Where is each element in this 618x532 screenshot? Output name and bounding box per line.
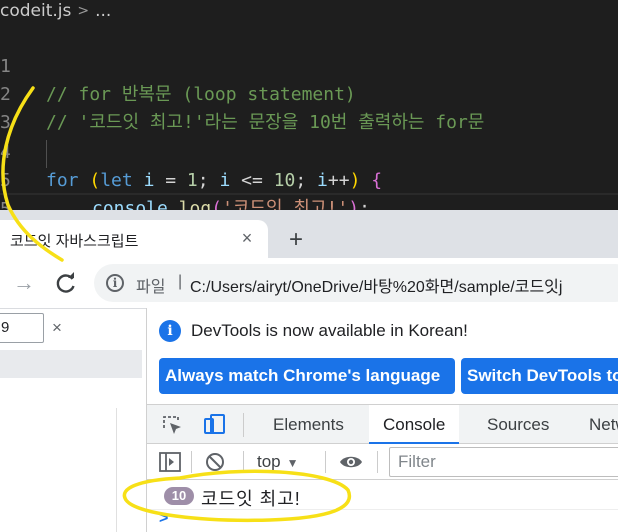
console-toolbar: top ▼ Filter xyxy=(147,444,618,480)
string-literal: '코드잇 최고!' xyxy=(222,198,349,210)
toolbar-divider xyxy=(243,413,244,437)
devtools-panel: i DevTools is now available in Korean! A… xyxy=(146,308,618,532)
infobar-message: DevTools is now available in Korean! xyxy=(191,321,468,340)
console-output: 10 코드잇 최고! > xyxy=(147,480,618,532)
code-line-1[interactable]: 1 // for 반복문 (loop statement) xyxy=(0,25,618,105)
repeat-count-badge: 10 xyxy=(164,487,194,505)
line-number: 5 xyxy=(0,199,11,210)
console-filter-input[interactable]: Filter xyxy=(389,447,618,477)
context-selector[interactable]: top ▼ xyxy=(257,451,299,473)
omnibox-separator: | xyxy=(178,273,183,290)
always-match-language-button[interactable]: Always match Chrome's language xyxy=(159,358,455,394)
tab-network[interactable]: Network xyxy=(589,405,618,444)
paren-open: ( xyxy=(211,198,223,210)
device-toolbar-icon[interactable] xyxy=(203,413,227,437)
page-highlight-bar xyxy=(0,350,142,378)
tab-close-icon[interactable]: × xyxy=(236,227,258,249)
toolbar-divider xyxy=(377,451,378,473)
tab-title: 코드잇 자바스크립트 xyxy=(10,233,139,250)
page-divider xyxy=(116,408,117,532)
browser-toolbar: → i 파일 | C:/Users/airyt/OneDrive/바탕%20화면… xyxy=(0,258,618,308)
new-tab-icon[interactable]: + xyxy=(284,228,308,252)
tab-elements[interactable]: Elements xyxy=(273,405,344,444)
inspect-element-icon[interactable] xyxy=(161,414,183,436)
sidebar-toggle-icon[interactable] xyxy=(159,452,181,472)
breadcrumb[interactable]: codeit.js > ... xyxy=(0,0,111,22)
switch-devtools-korean-button[interactable]: Switch DevTools to Korean xyxy=(461,358,618,394)
chevron-down-icon: ▼ xyxy=(286,456,299,470)
clear-console-icon[interactable] xyxy=(205,452,225,472)
breadcrumb-file[interactable]: codeit.js xyxy=(0,1,71,21)
address-bar[interactable]: i 파일 | C:/Users/airyt/OneDrive/바탕%20화면/s… xyxy=(94,264,618,302)
code-line-5[interactable]: 5 console.log('코드잇 최고!'); xyxy=(0,139,618,210)
forward-icon[interactable]: → xyxy=(10,269,38,297)
scheme-label: 파일 xyxy=(136,279,166,296)
dot: . xyxy=(167,198,179,210)
find-input[interactable]: 9 xyxy=(0,313,44,343)
toolbar-divider xyxy=(325,451,326,473)
code-console-log: console.log('코드잇 최고!'); xyxy=(92,195,370,210)
console-prompt[interactable]: > xyxy=(159,510,168,528)
find-close-icon[interactable]: × xyxy=(52,318,66,338)
url-text[interactable]: C:/Users/airyt/OneDrive/바탕%20화면/sample/코… xyxy=(190,273,562,297)
devtools-tab-bar: Elements Console Sources Network xyxy=(147,404,618,444)
reload-icon[interactable] xyxy=(52,269,80,297)
console-object: console xyxy=(92,198,168,210)
code-line-2[interactable]: 2 // '코드잇 최고!'라는 문장을 10번 출력하는 for문 xyxy=(0,53,618,133)
breadcrumb-more[interactable]: ... xyxy=(95,1,111,21)
console-log-row[interactable]: 10 코드잇 최고! xyxy=(147,482,618,510)
editor-divider xyxy=(0,193,618,195)
context-value: top xyxy=(257,452,281,471)
live-expression-eye-icon[interactable] xyxy=(339,453,363,471)
tab-console[interactable]: Console xyxy=(369,405,460,444)
paren-close: ) xyxy=(348,198,360,210)
info-icon[interactable]: i xyxy=(106,274,124,292)
code-line-3[interactable]: 3 xyxy=(0,81,618,133)
code-editor[interactable]: codeit.js > ... 1 // for 반복문 (loop state… xyxy=(0,0,618,210)
tab-sources[interactable]: Sources xyxy=(487,405,549,444)
chrome-window: 코드잇 자바스크립트 × + → i 파일 | C:/Users/airyt/O… xyxy=(0,210,618,532)
semicolon: ; xyxy=(359,198,370,210)
toolbar-divider xyxy=(243,451,244,473)
browser-tab[interactable]: 코드잇 자바스크립트 × xyxy=(0,220,268,258)
log-method: log xyxy=(178,198,212,210)
language-infobar: i DevTools is now available in Korean! A… xyxy=(147,308,618,404)
toolbar-divider xyxy=(191,451,192,473)
breadcrumb-separator: > xyxy=(77,3,90,19)
browser-content: 9 × i DevTools is now available in Korea… xyxy=(0,308,618,532)
code-line-6[interactable]: 5 } xyxy=(0,168,618,210)
code-line-4[interactable]: 4 for (let i = 1; i <= 10; i++) { xyxy=(0,111,618,191)
info-icon: i xyxy=(159,320,181,342)
log-message: 코드잇 최고! xyxy=(201,489,301,509)
